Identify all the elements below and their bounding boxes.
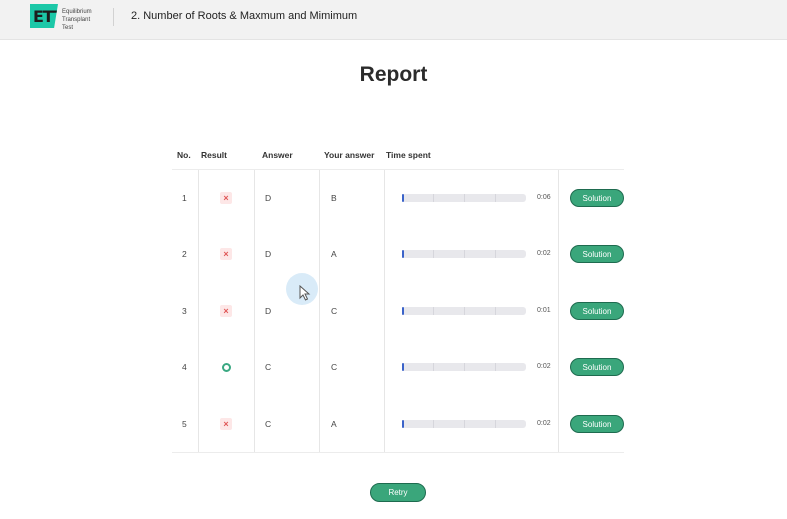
time-spent-value: 0:01 <box>537 307 551 314</box>
column-divider <box>198 170 199 452</box>
bar-segment-divider <box>464 250 465 258</box>
correct-answer: D <box>265 249 272 259</box>
time-spent-fill <box>402 307 404 315</box>
bar-segment-divider <box>495 194 496 202</box>
time-spent-bar <box>402 194 526 202</box>
your-answer: B <box>331 193 337 203</box>
bar-segment-divider <box>433 307 434 315</box>
correct-answer: C <box>265 362 272 372</box>
bar-segment-divider <box>495 363 496 371</box>
solution-button[interactable]: Solution <box>570 415 624 433</box>
column-header-answer: Answer <box>262 150 293 160</box>
column-divider <box>254 170 255 452</box>
bar-segment-divider <box>495 250 496 258</box>
your-answer: A <box>331 249 337 259</box>
bar-segment-divider <box>433 420 434 428</box>
logo-text: Equilibrium Transplant Test <box>62 9 92 31</box>
time-spent-fill <box>402 250 404 258</box>
time-spent-fill <box>402 363 404 371</box>
row-number: 5 <box>182 419 187 429</box>
bar-segment-divider <box>433 363 434 371</box>
column-divider <box>384 170 385 452</box>
time-spent-bar <box>402 250 526 258</box>
your-answer: C <box>331 362 338 372</box>
time-spent-value: 0:02 <box>537 420 551 427</box>
circle-check-icon <box>220 361 232 373</box>
x-mark-icon: × <box>220 248 232 260</box>
solution-button[interactable]: Solution <box>570 358 624 376</box>
ett-logo-mark: ETT <box>30 4 58 28</box>
column-divider <box>319 170 320 452</box>
column-divider <box>558 170 559 452</box>
x-mark-icon: × <box>220 192 232 204</box>
header-divider <box>113 8 114 26</box>
time-spent-fill <box>402 420 404 428</box>
solution-button[interactable]: Solution <box>570 189 624 207</box>
header-divider-line <box>172 169 624 170</box>
retry-button[interactable]: Retry <box>370 483 426 502</box>
bar-segment-divider <box>433 250 434 258</box>
time-spent-bar <box>402 420 526 428</box>
bar-segment-divider <box>464 307 465 315</box>
x-mark-icon: × <box>220 418 232 430</box>
row-number: 4 <box>182 362 187 372</box>
bar-segment-divider <box>495 420 496 428</box>
row-number: 3 <box>182 306 187 316</box>
time-spent-fill <box>402 194 404 202</box>
your-answer: C <box>331 306 338 316</box>
ett-logo[interactable]: ETT Equilibrium Transplant Test <box>30 4 100 31</box>
report-heading: Report <box>359 63 428 86</box>
time-spent-value: 0:02 <box>537 363 551 370</box>
page-title: 2. Number of Roots & Maxmum and Mimimum <box>131 10 358 22</box>
column-header-no: No. <box>177 150 191 160</box>
solution-button[interactable]: Solution <box>570 245 624 263</box>
row-number: 2 <box>182 249 187 259</box>
correct-answer: D <box>265 193 272 203</box>
column-header-time-spent: Time spent <box>386 150 431 160</box>
correct-answer: D <box>265 306 272 316</box>
time-spent-value: 0:02 <box>537 250 551 257</box>
solution-button[interactable]: Solution <box>570 302 624 320</box>
column-header-result: Result <box>201 150 227 160</box>
x-mark-icon: × <box>220 305 232 317</box>
bar-segment-divider <box>464 420 465 428</box>
correct-answer: C <box>265 419 272 429</box>
table-bottom-line <box>172 452 624 453</box>
bar-segment-divider <box>464 194 465 202</box>
bar-segment-divider <box>464 363 465 371</box>
row-number: 1 <box>182 193 187 203</box>
time-spent-bar <box>402 307 526 315</box>
bar-segment-divider <box>433 194 434 202</box>
time-spent-value: 0:06 <box>537 194 551 201</box>
top-bar: ETT Equilibrium Transplant Test 2. Numbe… <box>0 0 787 40</box>
time-spent-bar <box>402 363 526 371</box>
mouse-pointer-icon <box>299 285 311 301</box>
bar-segment-divider <box>495 307 496 315</box>
your-answer: A <box>331 419 337 429</box>
report-table: No. Result Answer Your answer Time spent… <box>172 144 624 454</box>
logo-mark-text: ETT <box>33 7 64 26</box>
column-header-your-answer: Your answer <box>324 150 375 160</box>
